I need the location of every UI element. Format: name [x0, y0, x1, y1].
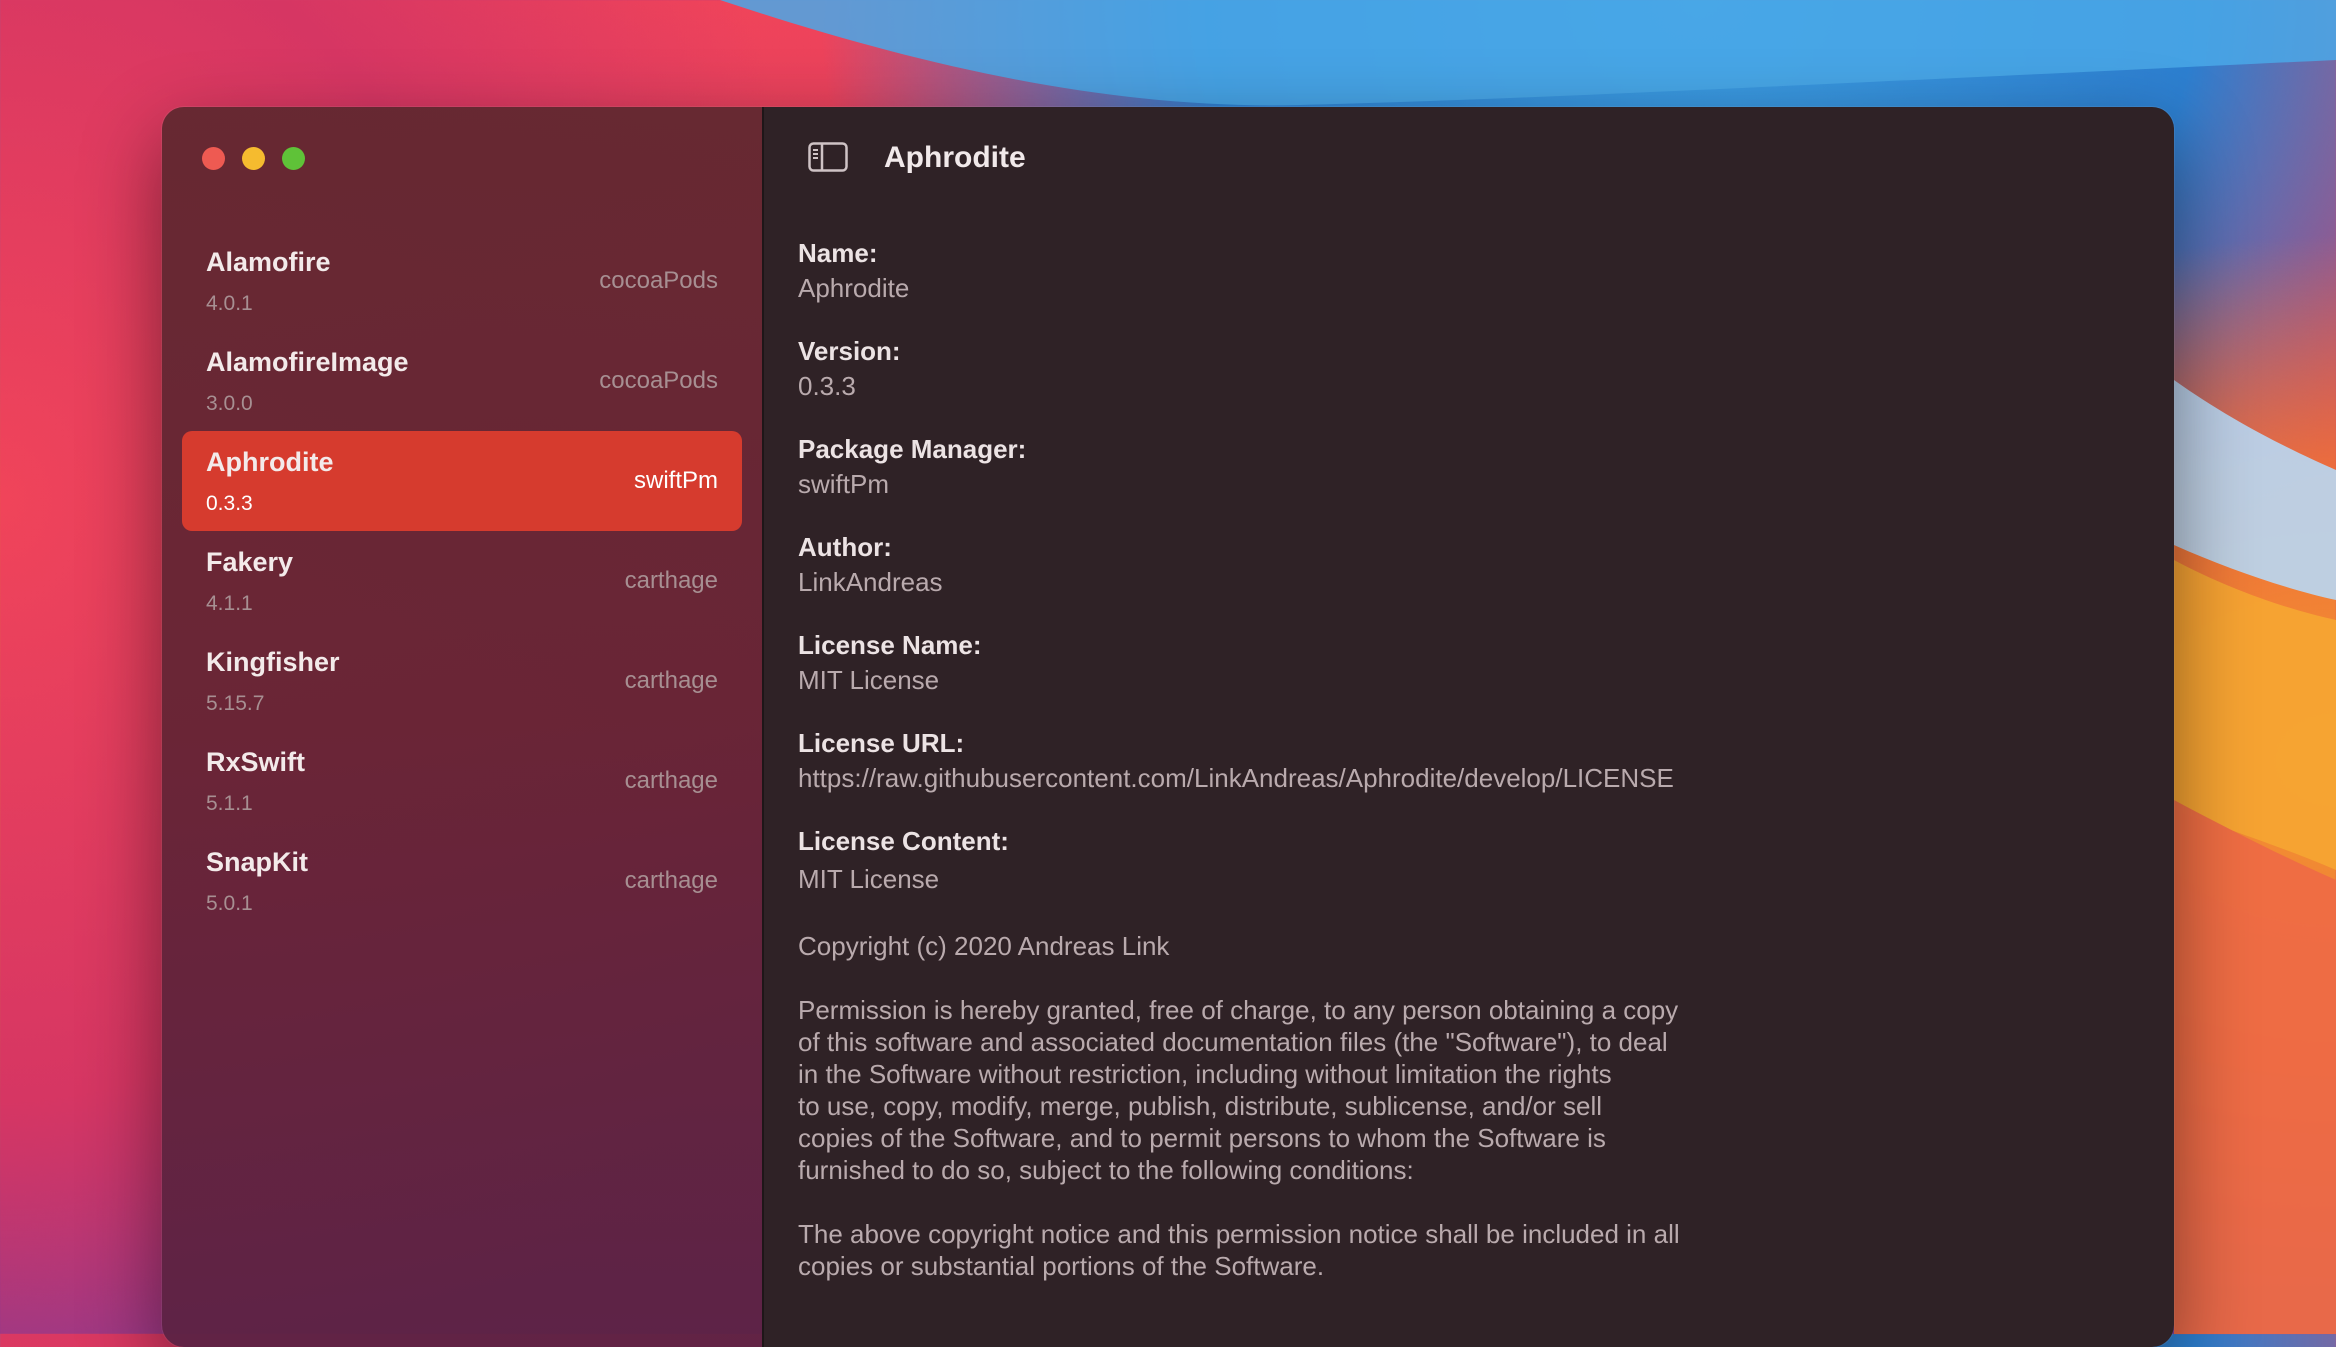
- package-version: 5.1.1: [206, 792, 253, 815]
- field-author: Author: LinkAndreas: [798, 531, 1738, 601]
- detail-pane: Aphrodite Name: Aphrodite Version: 0.3.3…: [764, 107, 2174, 1347]
- package-row[interactable]: Kingfisher 5.15.7 carthage: [182, 631, 742, 731]
- license-paragraph: Permission is hereby granted, free of ch…: [798, 995, 1679, 1185]
- field-license-name: License Name: MIT License: [798, 629, 1738, 699]
- field-label: Version:: [798, 336, 901, 366]
- window-title: Aphrodite: [884, 141, 1026, 174]
- package-manager: carthage: [624, 667, 718, 694]
- minimize-window-button[interactable]: [242, 147, 265, 170]
- package-version: 3.0.0: [206, 392, 253, 415]
- package-name: AlamofireImage: [206, 347, 409, 377]
- field-license-url: License URL: https://raw.githubuserconte…: [798, 727, 1738, 797]
- field-label: Name:: [798, 238, 878, 268]
- package-version: 5.0.1: [206, 892, 253, 915]
- license-url-link[interactable]: https://raw.githubusercontent.com/LinkAn…: [798, 759, 1738, 797]
- package-row[interactable]: SnapKit 5.0.1 carthage: [182, 831, 742, 931]
- field-value: Aphrodite: [798, 273, 910, 303]
- field-label: License Content:: [798, 826, 1009, 856]
- package-name: SnapKit: [206, 847, 309, 877]
- package-row[interactable]: Fakery 4.1.1 carthage: [182, 531, 742, 631]
- package-name: Aphrodite: [206, 447, 334, 477]
- zoom-window-button[interactable]: [282, 147, 305, 170]
- app-window: Alamofire 4.0.1 cocoaPods AlamofireImage…: [162, 107, 2174, 1347]
- sidebar: Alamofire 4.0.1 cocoaPods AlamofireImage…: [162, 107, 764, 1347]
- window-controls: [202, 147, 305, 170]
- license-text: MIT License Copyright (c) 2020 Andreas L…: [798, 860, 1738, 1282]
- package-version: 0.3.3: [206, 492, 253, 515]
- field-value: 0.3.3: [798, 371, 856, 401]
- package-row[interactable]: RxSwift 5.1.1 carthage: [182, 731, 742, 831]
- package-list: Alamofire 4.0.1 cocoaPods AlamofireImage…: [182, 231, 742, 931]
- field-label: License URL:: [798, 728, 965, 758]
- field-value: LinkAndreas: [798, 567, 943, 597]
- package-manager: carthage: [624, 567, 718, 594]
- sidebar-left-icon[interactable]: [808, 142, 848, 172]
- package-name: RxSwift: [206, 747, 306, 777]
- package-manager: cocoaPods: [599, 367, 718, 394]
- package-version: 5.15.7: [206, 692, 265, 715]
- package-row[interactable]: AlamofireImage 3.0.0 cocoaPods: [182, 331, 742, 431]
- field-package-manager: Package Manager: swiftPm: [798, 433, 1738, 503]
- package-details: Name: Aphrodite Version: 0.3.3 Package M…: [798, 237, 1738, 1314]
- license-title: MIT License: [798, 864, 940, 894]
- close-window-button[interactable]: [202, 147, 225, 170]
- package-row[interactable]: Alamofire 4.0.1 cocoaPods: [182, 231, 742, 331]
- field-label: Package Manager:: [798, 434, 1027, 464]
- license-paragraph: The above copyright notice and this perm…: [798, 1219, 1680, 1281]
- field-label: Author:: [798, 532, 892, 562]
- package-name: Alamofire: [206, 247, 331, 277]
- package-manager: carthage: [624, 867, 718, 894]
- field-value: swiftPm: [798, 469, 889, 499]
- package-version: 4.0.1: [206, 292, 253, 315]
- package-manager: carthage: [624, 767, 718, 794]
- field-version: Version: 0.3.3: [798, 335, 1738, 405]
- package-name: Kingfisher: [206, 647, 340, 677]
- field-name: Name: Aphrodite: [798, 237, 1738, 307]
- field-value: MIT License: [798, 665, 940, 695]
- package-name: Fakery: [206, 547, 294, 577]
- package-manager: cocoaPods: [599, 267, 718, 294]
- toolbar: Aphrodite: [764, 107, 2174, 207]
- license-copyright: Copyright (c) 2020 Andreas Link: [798, 931, 1170, 961]
- package-version: 4.1.1: [206, 592, 253, 615]
- field-license-content: License Content: MIT License Copyright (…: [798, 825, 1738, 1282]
- field-label: License Name:: [798, 630, 982, 660]
- package-manager: swiftPm: [634, 467, 718, 494]
- package-row-selected[interactable]: Aphrodite 0.3.3 swiftPm: [182, 431, 742, 531]
